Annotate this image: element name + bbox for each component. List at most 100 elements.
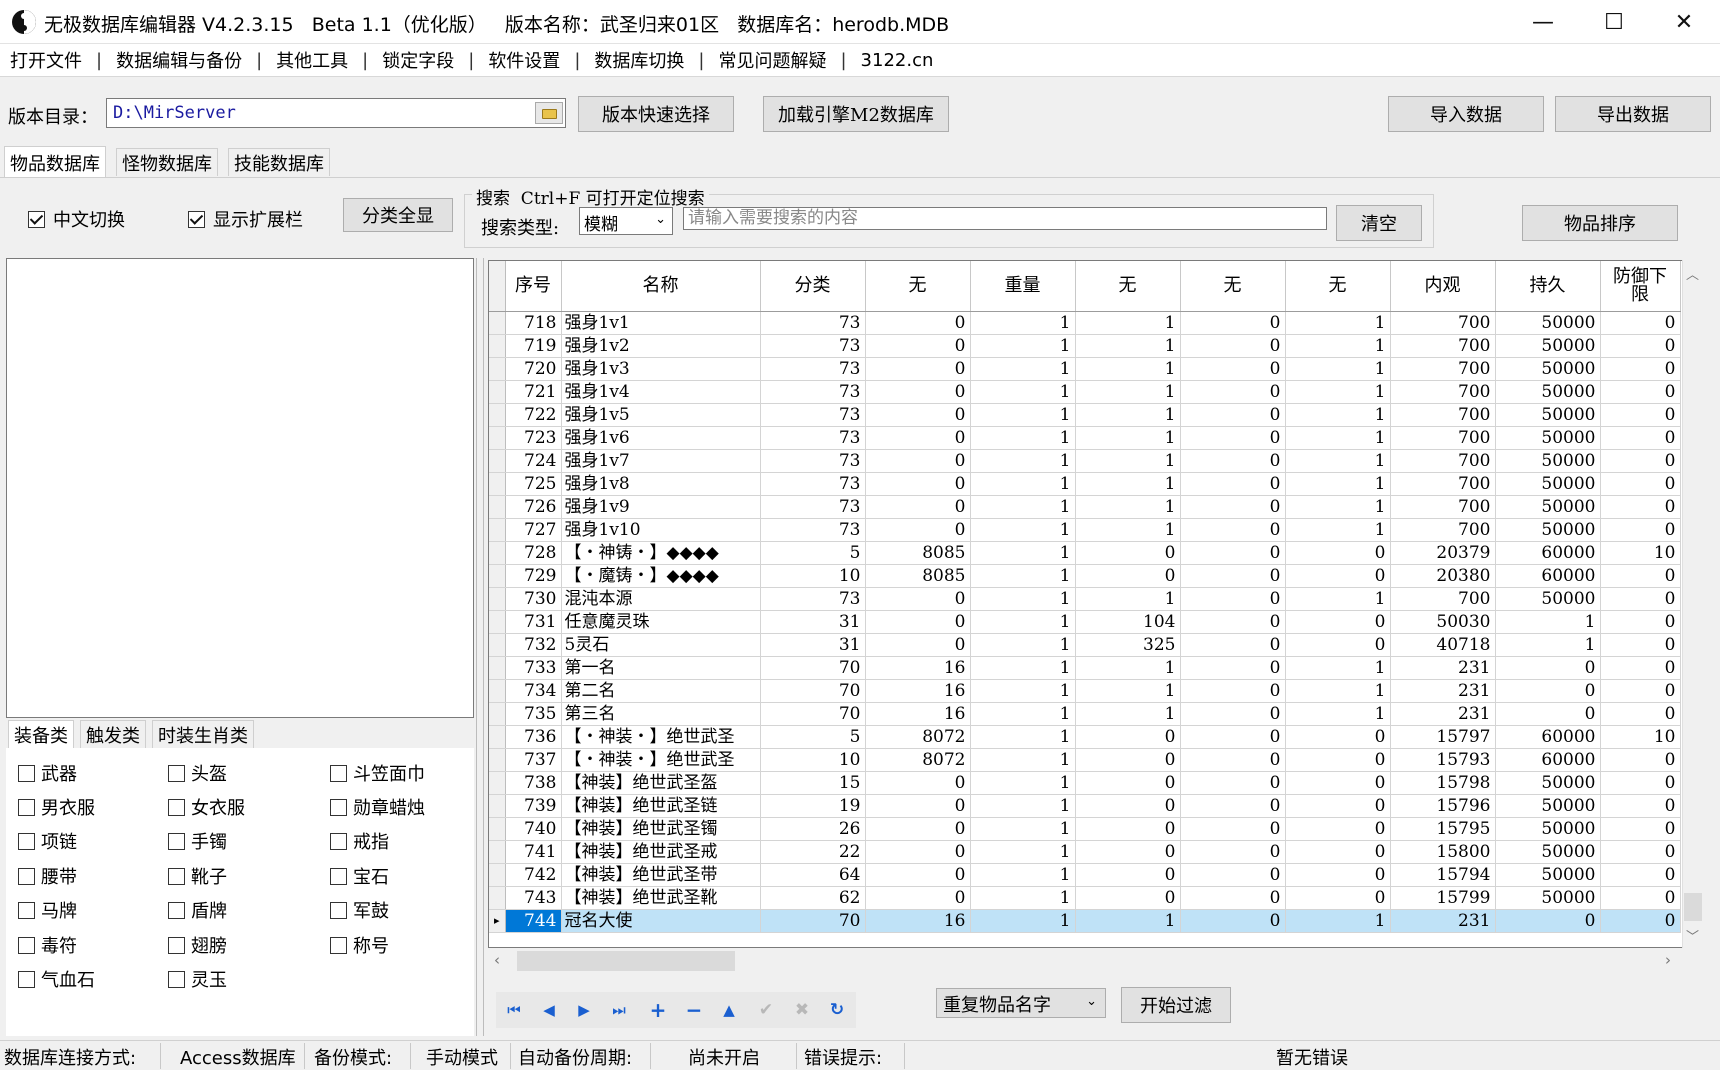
table-cell[interactable]: 【神装】绝世武圣镯 (561, 817, 761, 841)
table-cell[interactable]: 15794 (1390, 863, 1496, 887)
table-cell[interactable]: 231 (1390, 679, 1496, 703)
table-cell[interactable]: 0 (1600, 472, 1681, 496)
panel-splitter[interactable] (476, 258, 484, 1036)
table-cell[interactable]: 22 (760, 840, 866, 864)
table-cell[interactable]: 【・神铸・】◆◆◆◆ (561, 541, 761, 565)
table-cell[interactable]: 73 (760, 311, 866, 335)
edit-record-icon[interactable]: ▲ (715, 997, 743, 1023)
table-cell[interactable]: 强身1v9 (561, 495, 761, 519)
table-row[interactable]: 721 强身1v4 73 0 1 1 0 1 700 50000 0 (489, 380, 1681, 404)
clear-search-button[interactable]: 清空 (1336, 205, 1422, 241)
table-cell[interactable]: 73 (760, 518, 866, 542)
browse-folder-button[interactable] (535, 102, 563, 124)
next-record-icon[interactable]: ▶ (570, 997, 598, 1023)
subtab-fashion-zodiac[interactable]: 时装生肖类 (152, 720, 254, 748)
table-cell[interactable]: 0 (1600, 794, 1681, 818)
row-indicator[interactable] (489, 311, 506, 335)
first-record-icon[interactable]: ⏮ (500, 997, 528, 1023)
table-cell[interactable]: 0 (1075, 564, 1181, 588)
table-cell[interactable]: 强身1v6 (561, 426, 761, 450)
table-cell[interactable]: 104 (1075, 610, 1181, 634)
table-cell[interactable]: 8085 (865, 564, 971, 588)
table-cell[interactable]: 50000 (1495, 334, 1601, 358)
table-cell[interactable]: 50000 (1495, 472, 1601, 496)
table-cell[interactable]: 231 (1390, 656, 1496, 680)
table-cell[interactable]: 【・魔铸・】◆◆◆◆ (561, 564, 761, 588)
table-cell[interactable]: 0 (1285, 840, 1391, 864)
category-boots[interactable]: 靴子 (168, 863, 227, 889)
table-cell[interactable]: 1 (1285, 449, 1391, 473)
table-cell[interactable]: 70 (760, 702, 866, 726)
table-cell[interactable]: 1 (970, 495, 1076, 519)
menu-lock-fields[interactable]: 锁定字段 (380, 47, 456, 73)
table-cell[interactable]: 1 (970, 610, 1076, 634)
table-cell[interactable]: 1 (1285, 702, 1391, 726)
table-cell[interactable]: 16 (865, 656, 971, 680)
table-cell[interactable]: 1 (970, 564, 1076, 588)
table-cell[interactable]: 0 (1075, 817, 1181, 841)
table-cell[interactable]: 1 (1285, 311, 1391, 335)
table-cell[interactable]: 50000 (1495, 886, 1601, 910)
table-cell[interactable]: 0 (1495, 656, 1601, 680)
table-cell[interactable]: 0 (1180, 587, 1286, 611)
post-edit-icon[interactable]: ✔ (752, 997, 780, 1023)
table-cell[interactable]: 50000 (1495, 817, 1601, 841)
table-cell[interactable]: 50000 (1495, 771, 1601, 795)
table-cell[interactable]: 0 (1180, 840, 1286, 864)
table-row[interactable]: 731 任意魔灵珠 31 0 1 104 0 0 50030 1 0 (489, 610, 1681, 634)
checkbox[interactable] (168, 936, 185, 954)
table-cell[interactable]: 1 (970, 472, 1076, 496)
table-cell[interactable]: 0 (1495, 679, 1601, 703)
table-cell[interactable]: 第二名 (561, 679, 761, 703)
table-cell[interactable]: 1 (1075, 449, 1181, 473)
table-row[interactable]: 738 【神装】绝世武圣盔 15 0 1 0 0 0 15798 50000 0 (489, 771, 1681, 795)
table-row[interactable]: 722 强身1v5 73 0 1 1 0 1 700 50000 0 (489, 403, 1681, 427)
column-header[interactable]: 无 (1285, 261, 1391, 312)
table-row[interactable]: 719 强身1v2 73 0 1 1 0 1 700 50000 0 (489, 334, 1681, 358)
table-row[interactable]: 728 【・神铸・】◆◆◆◆ 5 8085 1 0 0 0 20379 60000 10 (489, 541, 1681, 565)
table-cell[interactable]: 700 (1390, 403, 1496, 427)
table-cell[interactable]: 73 (760, 495, 866, 519)
table-cell[interactable]: 700 (1390, 380, 1496, 404)
table-cell[interactable]: 700 (1390, 311, 1496, 335)
row-indicator[interactable] (489, 472, 506, 496)
table-cell[interactable]: 231 (1390, 909, 1496, 933)
table-cell[interactable]: 732 (505, 633, 562, 657)
table-cell[interactable]: 1 (1075, 380, 1181, 404)
table-row[interactable]: 732 5灵石 31 0 1 325 0 0 40718 1 0 (489, 633, 1681, 657)
table-cell[interactable]: 50000 (1495, 403, 1601, 427)
table-cell[interactable]: 700 (1390, 426, 1496, 450)
table-row[interactable]: 737 【・神装・】绝世武圣 10 8072 1 0 0 0 15793 60000 0 (489, 748, 1681, 772)
table-cell[interactable]: 60000 (1495, 748, 1601, 772)
table-cell[interactable]: 1 (970, 863, 1076, 887)
category-poison-talisman[interactable]: 毒符 (18, 932, 77, 958)
table-cell[interactable]: 15799 (1390, 886, 1496, 910)
table-cell[interactable]: 60000 (1495, 541, 1601, 565)
horizontal-scroll-thumb[interactable] (517, 951, 735, 971)
minimize-button[interactable]: — (1514, 0, 1572, 44)
table-cell[interactable]: 0 (1180, 564, 1286, 588)
table-cell[interactable]: 73 (760, 380, 866, 404)
row-indicator[interactable] (489, 449, 506, 473)
table-cell[interactable]: 1 (1075, 702, 1181, 726)
row-indicator[interactable] (489, 725, 506, 749)
table-cell[interactable]: 0 (1075, 794, 1181, 818)
table-cell[interactable]: 0 (1600, 909, 1681, 933)
table-cell[interactable]: 0 (1600, 702, 1681, 726)
category-spirit-jade[interactable]: 灵玉 (168, 966, 227, 992)
row-indicator[interactable] (489, 518, 506, 542)
row-indicator[interactable] (489, 656, 506, 680)
table-cell[interactable]: 1 (970, 403, 1076, 427)
table-cell[interactable]: 73 (760, 587, 866, 611)
table-cell[interactable]: 【神装】绝世武圣带 (561, 863, 761, 887)
table-cell[interactable]: 700 (1390, 472, 1496, 496)
table-cell[interactable]: 0 (1075, 771, 1181, 795)
table-cell[interactable]: 0 (1600, 863, 1681, 887)
table-cell[interactable]: 1 (970, 357, 1076, 381)
table-cell[interactable]: 0 (1495, 702, 1601, 726)
table-cell[interactable]: 1 (1285, 403, 1391, 427)
table-cell[interactable]: 70 (760, 679, 866, 703)
category-necklace[interactable]: 项链 (18, 828, 77, 854)
table-cell[interactable]: 0 (865, 794, 971, 818)
table-cell[interactable]: 16 (865, 702, 971, 726)
